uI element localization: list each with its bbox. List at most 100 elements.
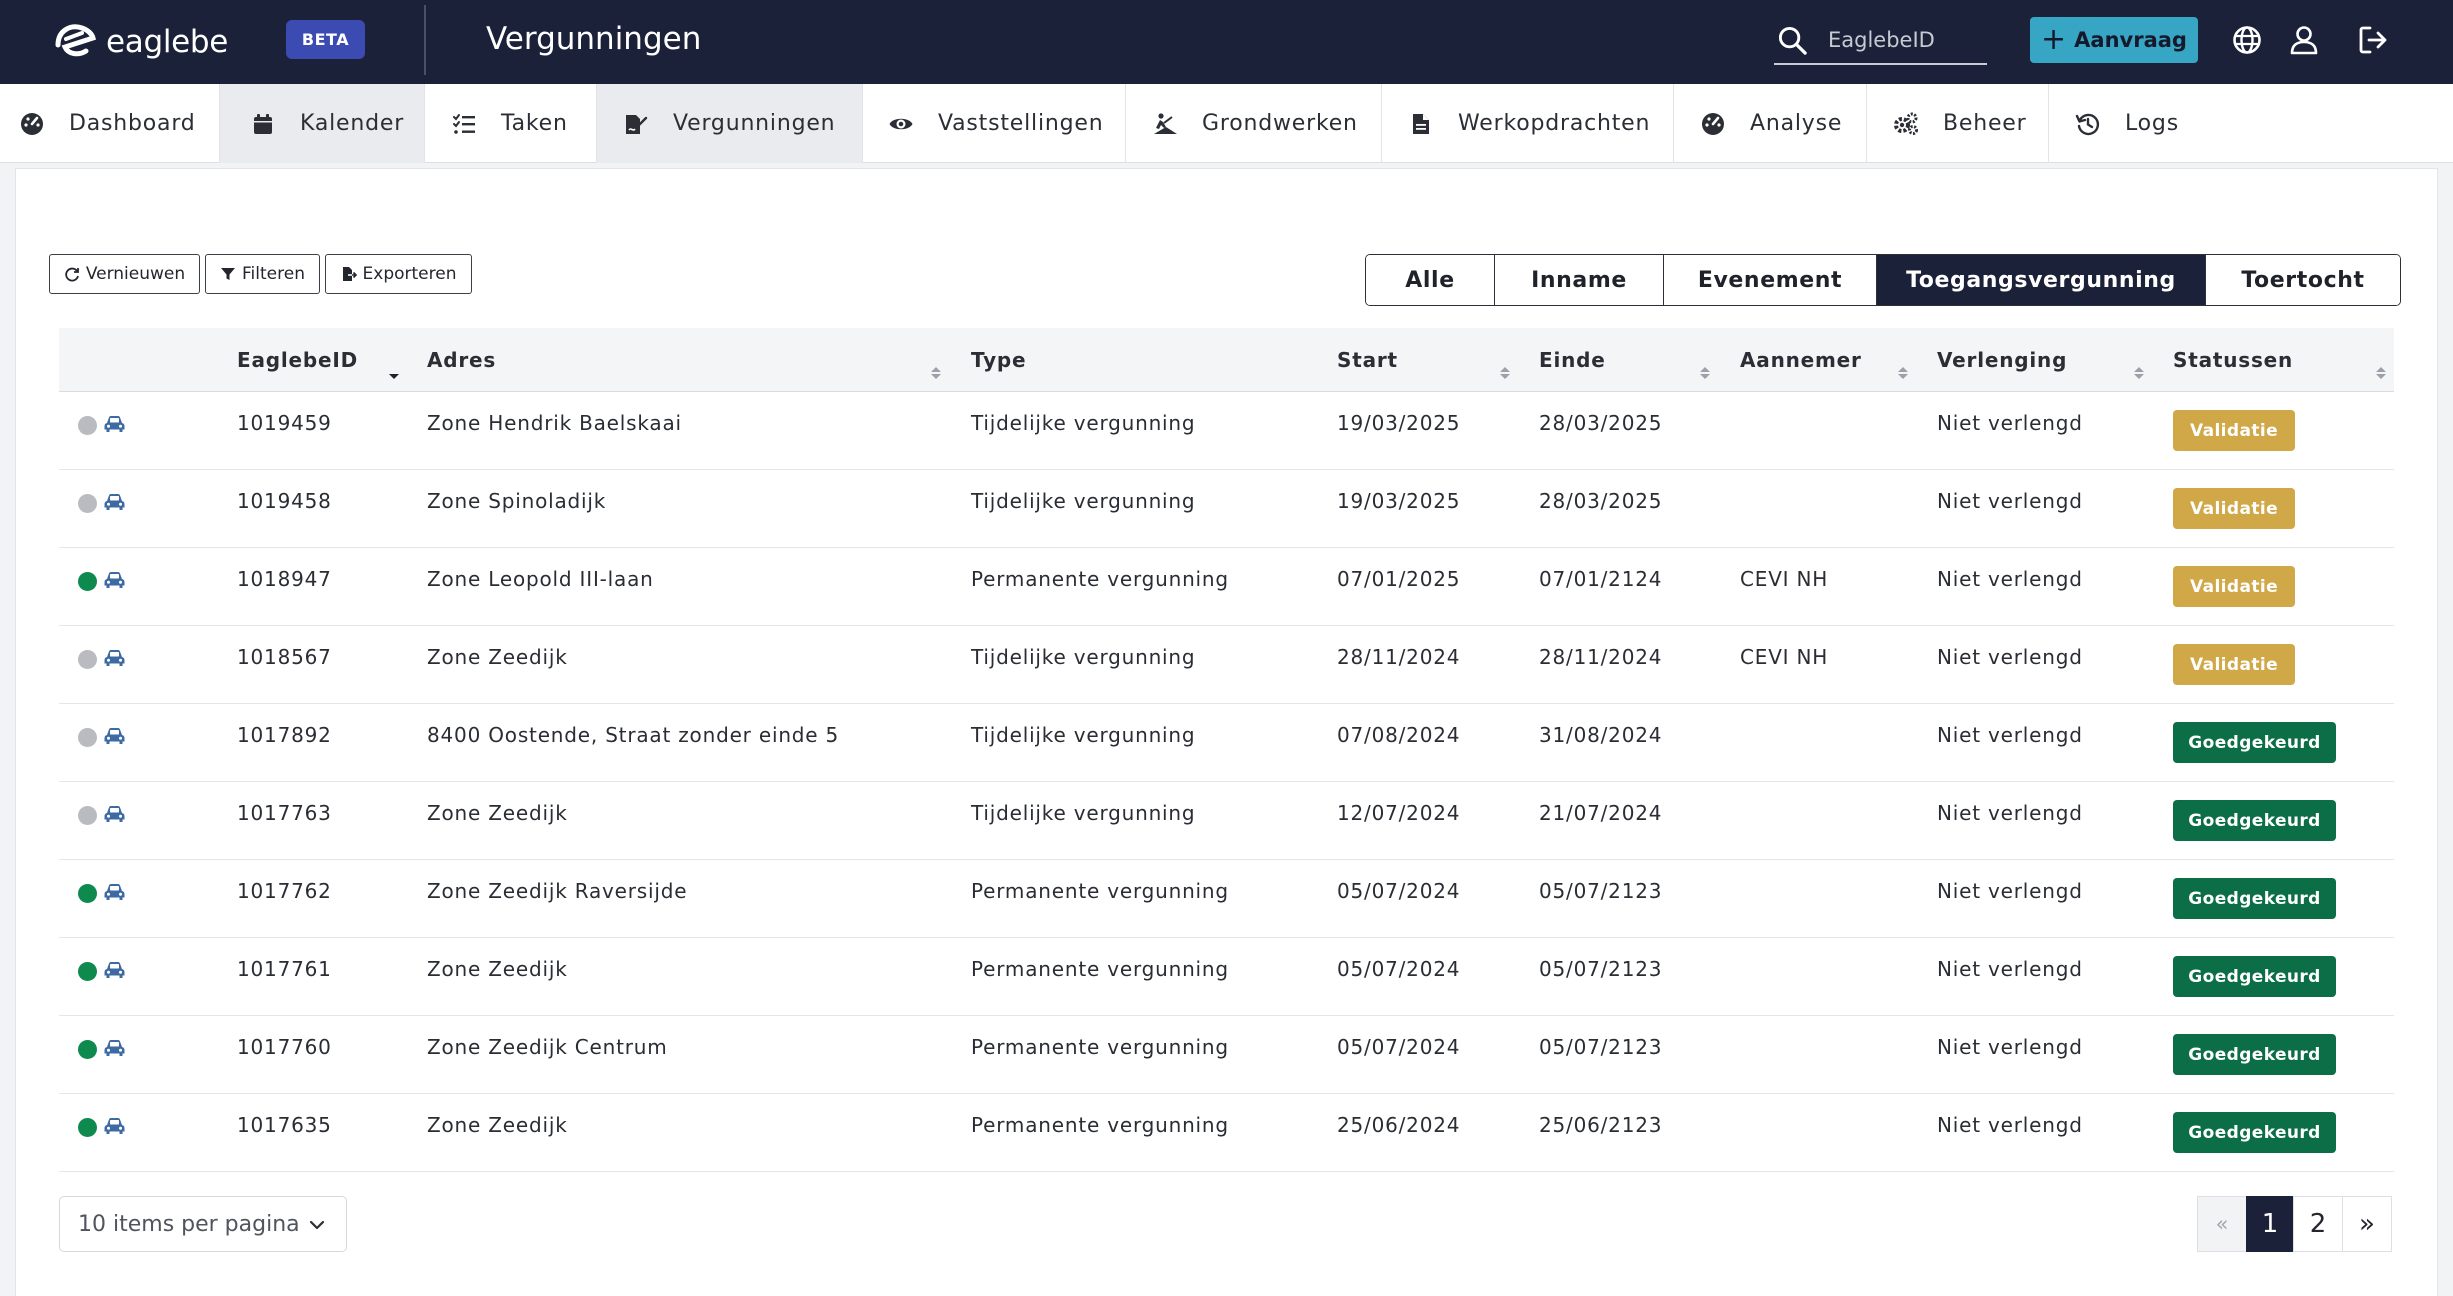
cell-verlenging: Niet verlengd (1937, 801, 2083, 825)
profile-button[interactable] (2286, 22, 2322, 58)
items-per-page-value: 10 items per pagina (78, 1211, 300, 1237)
table-row[interactable]: 1019458 Zone Spinoladijk Tijdelijke vergun… (59, 470, 2394, 548)
refresh-icon (65, 267, 79, 282)
logout-icon (2359, 26, 2387, 54)
pagination-prev[interactable]: « (2197, 1196, 2247, 1252)
language-button[interactable] (2229, 22, 2265, 58)
cell-adres: Zone Hendrik Baelskaai (427, 411, 682, 435)
table-row[interactable]: 1017761 Zone Zeedijk Permanente vergunning… (59, 938, 2394, 1016)
nav-beheer[interactable]: Beheer (1867, 84, 2049, 163)
sort-icon[interactable] (1700, 365, 1710, 381)
nav-dashboard[interactable]: Dashboard (0, 84, 220, 163)
filter-button[interactable]: Filteren (205, 254, 320, 294)
cell-type: Tijdelijke vergunning (971, 801, 1196, 825)
column-header-type[interactable]: Type (971, 328, 1026, 392)
items-per-page-select[interactable]: 10 items per pagina (59, 1196, 347, 1252)
nav-logs[interactable]: Logs (2049, 84, 2199, 163)
cell-start: 07/01/2025 (1337, 567, 1461, 591)
table-row[interactable]: 1019459 Zone Hendrik Baelskaai Tijdelijke … (59, 392, 2394, 470)
status-dot-icon (78, 962, 97, 981)
cell-adres: Zone Zeedijk (427, 801, 568, 825)
logout-button[interactable] (2355, 22, 2391, 58)
status-dot-icon (78, 1040, 97, 1059)
nav-vaststellingen-label: Vaststellingen (938, 111, 1104, 136)
cell-type: Tijdelijke vergunning (971, 723, 1196, 747)
cell-adres: 8400 Oostende, Straat zonder einde 5 (427, 723, 840, 747)
filter-tab-alle[interactable]: Alle (1366, 255, 1494, 305)
cell-start: 25/06/2024 (1337, 1113, 1461, 1137)
cell-verlenging: Niet verlengd (1937, 1113, 2083, 1137)
cell-type: Permanente vergunning (971, 957, 1229, 981)
table-row[interactable]: 1017635 Zone Zeedijk Permanente vergunning… (59, 1094, 2394, 1172)
table-row[interactable]: 1017892 8400 Oostende, Straat zonder eind… (59, 704, 2394, 782)
pagination-page-1[interactable]: 1 (2246, 1196, 2294, 1252)
sort-icon[interactable] (2376, 365, 2386, 381)
status-badge: Validatie (2173, 566, 2295, 607)
cell-start: 12/07/2024 (1337, 801, 1461, 825)
user-icon (2290, 26, 2318, 55)
table-row[interactable]: 1018567 Zone Zeedijk Tijdelijke vergunning… (59, 626, 2394, 704)
table-header: EaglebeID Adres Type Start Einde Aanneme… (59, 328, 2394, 392)
cell-verlenging: Niet verlengd (1937, 1035, 2083, 1059)
nav-werkopdrachten[interactable]: Werkopdrachten (1382, 84, 1674, 163)
nav-vaststellingen[interactable]: Vaststellingen (863, 84, 1126, 163)
column-header-statussen[interactable]: Statussen (2173, 328, 2293, 392)
filter-tab-inname[interactable]: Inname (1494, 255, 1663, 305)
column-header-start[interactable]: Start (1337, 328, 1398, 392)
column-header-verlenging[interactable]: Verlenging (1937, 328, 2067, 392)
cell-eaglebeid: 1018567 (237, 645, 332, 669)
app-logo[interactable]: eaglebe (52, 18, 228, 66)
filter-tab-toegangsvergunning[interactable]: Toegangsvergunning (1876, 255, 2205, 305)
pagination-page-2[interactable]: 2 (2293, 1196, 2343, 1252)
nav-kalender[interactable]: Kalender (220, 84, 425, 163)
cell-verlenging: Niet verlengd (1937, 567, 2083, 591)
nav-taken[interactable]: Taken (425, 84, 597, 163)
new-request-label: Aanvraag (2074, 28, 2187, 52)
search-input[interactable] (1828, 28, 1978, 52)
sort-icon[interactable] (2134, 365, 2144, 381)
main-navigation: Dashboard Kalender Taken Vergunningen Va… (0, 84, 2453, 163)
column-header-aannemer[interactable]: Aannemer (1740, 328, 1862, 392)
nav-logs-label: Logs (2125, 111, 2179, 136)
sort-icon[interactable] (931, 365, 941, 381)
cell-adres: Zone Zeedijk Raversijde (427, 879, 688, 903)
cell-verlenging: Niet verlengd (1937, 489, 2083, 513)
search-box[interactable] (1774, 17, 1987, 65)
calendar-icon (250, 111, 276, 137)
sort-icon[interactable] (1500, 365, 1510, 381)
cell-start: 19/03/2025 (1337, 411, 1461, 435)
cell-type: Permanente vergunning (971, 879, 1229, 903)
table-row[interactable]: 1017763 Zone Zeedijk Tijdelijke vergunning… (59, 782, 2394, 860)
table-row[interactable]: 1017762 Zone Zeedijk Raversijde Permanente… (59, 860, 2394, 938)
nav-taken-label: Taken (501, 111, 568, 136)
pagination-next[interactable]: » (2342, 1196, 2392, 1252)
table-row[interactable]: 1018947 Zone Leopold III-laan Permanente v… (59, 548, 2394, 626)
column-header-einde[interactable]: Einde (1539, 328, 1606, 392)
filter-tab-evenement[interactable]: Evenement (1663, 255, 1876, 305)
search-icon (1778, 26, 1807, 55)
export-button[interactable]: Exporteren (325, 254, 472, 294)
cell-einde: 05/07/2123 (1539, 879, 1663, 903)
sort-icon[interactable] (1898, 365, 1908, 381)
content-card: Vernieuwen Filteren Exporteren Alle Inna… (15, 168, 2438, 1296)
cell-eaglebeid: 1017760 (237, 1035, 332, 1059)
nav-analyse[interactable]: Analyse (1674, 84, 1867, 163)
pagination: « 1 2 » (2197, 1196, 2392, 1252)
column-header-adres[interactable]: Adres (427, 328, 496, 392)
new-request-button[interactable]: + Aanvraag (2030, 17, 2198, 63)
filter-label: Filteren (242, 264, 305, 284)
refresh-button[interactable]: Vernieuwen (49, 254, 200, 294)
table-row[interactable]: 1017760 Zone Zeedijk Centrum Permanente ve… (59, 1016, 2394, 1094)
filter-tab-toertocht[interactable]: Toertocht (2205, 255, 2400, 305)
nav-grondwerken[interactable]: Grondwerken (1126, 84, 1382, 163)
nav-vergunningen[interactable]: Vergunningen (597, 84, 863, 163)
cell-aannemer: CEVI NH (1740, 645, 1829, 669)
header-divider (424, 5, 426, 75)
column-header-eaglebeid[interactable]: EaglebeID (237, 328, 358, 392)
chevron-down-icon (308, 1215, 326, 1233)
car-icon (103, 960, 126, 980)
car-icon (103, 882, 126, 902)
sort-desc-icon[interactable] (389, 365, 399, 381)
cell-start: 05/07/2024 (1337, 957, 1461, 981)
cell-type: Tijdelijke vergunning (971, 411, 1196, 435)
